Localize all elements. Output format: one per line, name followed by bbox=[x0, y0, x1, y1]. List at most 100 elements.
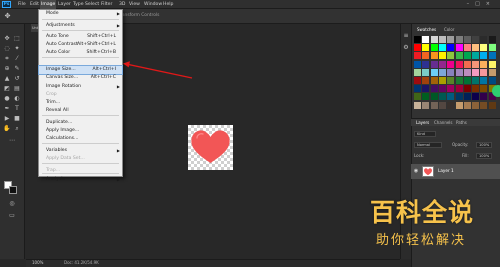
color-swatch[interactable] bbox=[472, 36, 480, 43]
color-swatch[interactable] bbox=[488, 101, 496, 109]
color-swatch[interactable] bbox=[422, 68, 430, 76]
window-controls[interactable]: –□× bbox=[467, 0, 496, 9]
color-swatch[interactable] bbox=[480, 101, 488, 109]
properties-panel-icon[interactable]: ⚙ bbox=[402, 44, 410, 52]
color-swatch[interactable] bbox=[488, 44, 496, 52]
color-swatch[interactable] bbox=[422, 93, 430, 101]
menu-layer[interactable]: Layer bbox=[57, 0, 72, 9]
shape-tool-icon[interactable]: ■ bbox=[13, 115, 21, 123]
zoom-level[interactable]: 100% bbox=[32, 259, 43, 267]
quick-mask-icon[interactable]: ◎ bbox=[8, 200, 16, 208]
menu-item-trap[interactable]: Trap... bbox=[39, 167, 122, 175]
blur-tool-icon[interactable]: ● bbox=[3, 95, 11, 103]
color-swatch[interactable] bbox=[422, 36, 430, 43]
healing-brush-icon[interactable]: ⊕ bbox=[3, 65, 11, 73]
path-selection-icon[interactable]: ▶ bbox=[3, 115, 11, 123]
color-swatch[interactable] bbox=[438, 52, 446, 60]
color-swatch[interactable] bbox=[414, 85, 421, 93]
background-color-swatch[interactable] bbox=[9, 186, 17, 194]
color-swatch[interactable] bbox=[422, 85, 430, 93]
blend-mode-select[interactable]: Normal bbox=[414, 142, 442, 148]
layer-name[interactable]: Layer 1 bbox=[438, 168, 454, 174]
color-swatch[interactable] bbox=[447, 85, 455, 93]
menu-item-image-size[interactable]: Image Size... Alt+Ctrl+I bbox=[38, 65, 123, 75]
move-tool-icon[interactable]: ✥ bbox=[3, 12, 12, 21]
color-swatch[interactable] bbox=[455, 85, 463, 93]
color-swatch[interactable] bbox=[455, 36, 463, 43]
tab-layers[interactable]: Layers bbox=[416, 120, 429, 125]
menu-select[interactable]: Select bbox=[84, 0, 100, 9]
swatches-grid[interactable] bbox=[414, 36, 498, 110]
move-tool-icon[interactable]: ✥ bbox=[3, 35, 11, 43]
color-swatch[interactable] bbox=[463, 52, 471, 60]
maximize-icon[interactable]: □ bbox=[475, 1, 486, 7]
color-swatch[interactable] bbox=[430, 85, 438, 93]
color-swatch[interactable] bbox=[455, 60, 463, 68]
clone-stamp-icon[interactable]: ▲ bbox=[3, 75, 11, 83]
color-swatch[interactable] bbox=[480, 60, 488, 68]
tab-paths[interactable]: Paths bbox=[456, 120, 467, 125]
menu-item-reveal-all[interactable]: Reveal All bbox=[39, 107, 122, 115]
color-swatch[interactable] bbox=[472, 93, 480, 101]
floating-green-button[interactable] bbox=[492, 85, 500, 97]
lasso-tool-icon[interactable]: ◌ bbox=[3, 45, 11, 53]
menu-item-variables[interactable]: Variables ▶ bbox=[39, 147, 122, 155]
color-swatch[interactable] bbox=[430, 93, 438, 101]
color-swatch[interactable] bbox=[488, 68, 496, 76]
color-swatch[interactable] bbox=[414, 44, 421, 52]
menu-item-trim[interactable]: Trim... bbox=[39, 99, 122, 107]
color-swatch[interactable] bbox=[447, 101, 455, 109]
color-swatch[interactable] bbox=[480, 44, 488, 52]
menu-type[interactable]: Type bbox=[72, 0, 85, 9]
hand-tool-icon[interactable]: ✋ bbox=[3, 125, 11, 133]
color-swatch[interactable] bbox=[422, 44, 430, 52]
color-swatch[interactable] bbox=[488, 52, 496, 60]
color-swatch[interactable] bbox=[480, 36, 488, 43]
menu-help[interactable]: Help bbox=[162, 0, 174, 9]
menu-item-auto-color[interactable]: Auto Color Shift+Ctrl+B bbox=[39, 49, 122, 57]
pen-tool-icon[interactable]: ✒ bbox=[3, 105, 11, 113]
visibility-eye-icon[interactable]: ◉ bbox=[413, 168, 419, 174]
menu-filter[interactable]: Filter bbox=[100, 0, 113, 9]
color-swatch[interactable] bbox=[447, 44, 455, 52]
brush-tool-icon[interactable]: ✎ bbox=[13, 65, 21, 73]
history-panel-icon[interactable]: ≡ bbox=[402, 32, 410, 40]
color-swatch[interactable] bbox=[447, 77, 455, 84]
color-swatch[interactable] bbox=[438, 60, 446, 68]
eyedropper-icon[interactable]: ⁄ bbox=[13, 55, 21, 63]
tab-swatches[interactable]: Swatches bbox=[417, 27, 436, 32]
color-swatch[interactable] bbox=[463, 101, 471, 109]
color-swatch[interactable] bbox=[430, 44, 438, 52]
color-swatch[interactable] bbox=[463, 85, 471, 93]
color-swatch[interactable] bbox=[430, 36, 438, 43]
screen-mode-icon[interactable]: ▭ bbox=[8, 212, 16, 220]
magic-wand-icon[interactable]: ✦ bbox=[13, 45, 21, 53]
color-swatch[interactable] bbox=[455, 52, 463, 60]
menu-item-apply-data-set[interactable]: Apply Data Set... bbox=[39, 155, 122, 163]
menu-edit[interactable]: Edit bbox=[29, 0, 40, 9]
tab-channels[interactable]: Channels bbox=[434, 120, 453, 125]
color-swatch[interactable] bbox=[472, 68, 480, 76]
menu-item-duplicate[interactable]: Duplicate... bbox=[39, 119, 122, 127]
color-swatch[interactable] bbox=[447, 68, 455, 76]
menu-item-auto-contrast[interactable]: Auto Contrast Alt+Shift+Ctrl+L bbox=[39, 41, 122, 49]
color-swatch[interactable] bbox=[438, 68, 446, 76]
tab-color[interactable]: Color bbox=[444, 27, 454, 32]
menu-item-auto-tone[interactable]: Auto Tone Shift+Ctrl+L bbox=[39, 33, 122, 41]
color-swatch[interactable] bbox=[455, 44, 463, 52]
color-swatch[interactable] bbox=[422, 60, 430, 68]
color-swatch[interactable] bbox=[447, 36, 455, 43]
color-swatch[interactable] bbox=[463, 44, 471, 52]
menu-item-canvas-size[interactable]: Canvas Size... Alt+Ctrl+C bbox=[39, 74, 122, 82]
menu-3d[interactable]: 3D bbox=[118, 0, 126, 9]
menu-file[interactable]: File bbox=[17, 0, 27, 9]
color-swatch[interactable] bbox=[438, 44, 446, 52]
color-swatch[interactable] bbox=[422, 52, 430, 60]
minimize-icon[interactable]: – bbox=[467, 1, 476, 7]
color-swatch[interactable] bbox=[480, 93, 488, 101]
menu-image[interactable]: Image bbox=[40, 0, 57, 9]
menu-item-mode[interactable]: Mode ▶ bbox=[39, 10, 122, 18]
color-swatch[interactable] bbox=[480, 77, 488, 84]
opacity-field[interactable]: 100% bbox=[476, 142, 492, 148]
color-swatch[interactable] bbox=[447, 93, 455, 101]
